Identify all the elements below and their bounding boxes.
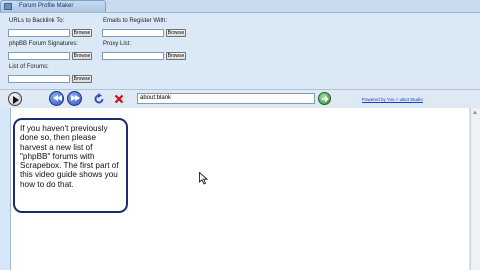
proxy-list-field[interactable] bbox=[102, 52, 164, 60]
forward-button[interactable] bbox=[67, 91, 82, 106]
proxy-browse-button[interactable]: Browse bbox=[166, 52, 186, 60]
forums-list-label: List of Forums: bbox=[9, 64, 49, 70]
instruction-callout: If you haven't previously done so, then … bbox=[13, 118, 128, 213]
refresh-icon[interactable] bbox=[93, 93, 105, 105]
urls-backlink-label: URLs to Backlink To: bbox=[9, 18, 65, 24]
emails-register-field[interactable] bbox=[102, 29, 164, 37]
powered-by-link[interactable]: Powered by You + uBot Studio bbox=[362, 97, 423, 102]
signatures-browse-button[interactable]: Browse bbox=[72, 52, 92, 60]
emails-browse-button[interactable]: Browse bbox=[166, 29, 186, 37]
urls-backlink-field[interactable] bbox=[8, 29, 70, 37]
back-button[interactable] bbox=[49, 91, 64, 106]
signatures-field[interactable] bbox=[8, 52, 70, 60]
window-title: Forum Profile Maker bbox=[19, 3, 74, 9]
proxy-list-label: Proxy List: bbox=[103, 41, 132, 47]
left-frame bbox=[0, 108, 10, 270]
play-button[interactable] bbox=[8, 92, 22, 106]
back-icon-part bbox=[57, 95, 62, 101]
app-icon bbox=[4, 3, 12, 10]
scroll-up-icon[interactable]: ▲ bbox=[472, 110, 478, 116]
signatures-label: phpBB Forum Signatures: bbox=[9, 41, 79, 47]
urls-browse-button[interactable]: Browse bbox=[72, 29, 92, 37]
titlebar-background bbox=[106, 0, 480, 12]
forums-list-field[interactable] bbox=[8, 75, 70, 83]
settings-panel: URLs to Backlink To: Browse Emails to Re… bbox=[0, 12, 480, 90]
address-bar[interactable]: about:blank bbox=[137, 93, 315, 104]
cursor-icon bbox=[199, 172, 208, 185]
forward-icon-part bbox=[75, 95, 80, 101]
go-icon bbox=[322, 96, 329, 102]
go-button[interactable] bbox=[318, 92, 331, 105]
browser-scrollbar[interactable]: ▲ bbox=[470, 108, 480, 270]
emails-register-label: Emails to Register With: bbox=[103, 18, 168, 24]
window-titlebar: Forum Profile Maker bbox=[0, 0, 106, 12]
forums-browse-button[interactable]: Browse bbox=[72, 75, 92, 83]
play-icon bbox=[13, 95, 19, 104]
stop-icon[interactable] bbox=[114, 94, 124, 104]
browser-toolbar: about:blank Powered by You + uBot Studio bbox=[0, 89, 480, 109]
